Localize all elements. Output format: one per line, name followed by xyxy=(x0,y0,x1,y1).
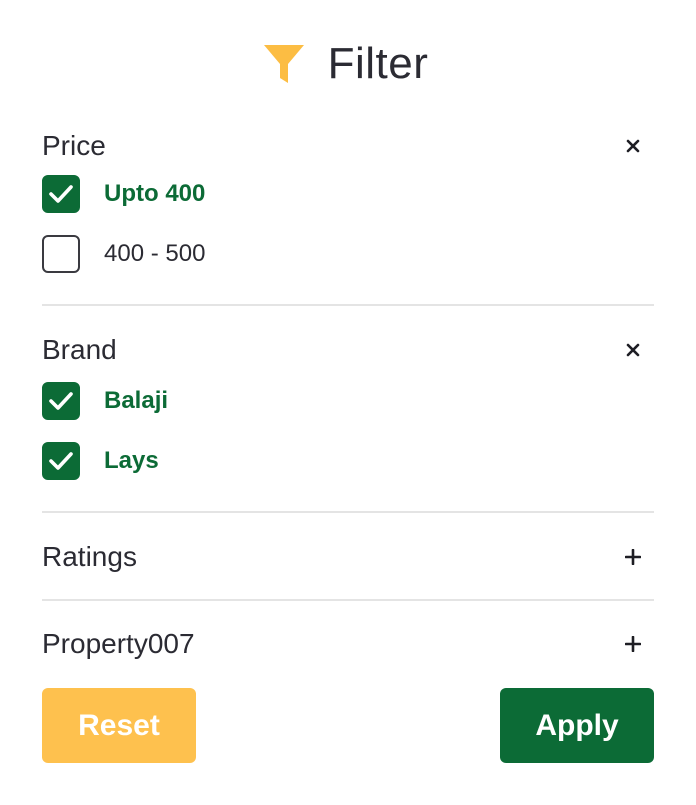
section-title-brand: Brand xyxy=(42,334,117,365)
page-title: Filter xyxy=(327,39,429,88)
price-section: Price Upto 400 400 - 500 xyxy=(42,124,654,284)
plus-icon[interactable] xyxy=(618,542,648,572)
reset-button[interactable]: Reset xyxy=(42,688,196,763)
option-upto-400[interactable]: Upto 400 xyxy=(42,164,654,224)
checkbox-lays[interactable] xyxy=(42,442,80,480)
divider xyxy=(42,304,654,306)
section-title-ratings: Ratings xyxy=(42,541,137,572)
price-section-header[interactable]: Price xyxy=(42,124,654,168)
ratings-section: Ratings xyxy=(42,535,654,579)
checkbox-400-500[interactable] xyxy=(42,235,80,273)
option-label: Upto 400 xyxy=(104,180,206,207)
option-label: 400 - 500 xyxy=(104,240,206,267)
plus-icon[interactable] xyxy=(618,629,648,659)
apply-button[interactable]: Apply xyxy=(500,688,654,763)
option-lays[interactable]: Lays xyxy=(42,431,654,491)
divider xyxy=(42,599,654,601)
funnel-icon xyxy=(262,42,306,86)
filter-header: Filter xyxy=(0,36,696,92)
brand-section: Brand Balaji Lays xyxy=(42,328,654,491)
section-title-price: Price xyxy=(42,130,106,161)
property-section-header[interactable]: Property007 xyxy=(42,622,654,666)
property-section: Property007 xyxy=(42,622,654,666)
option-400-500[interactable]: 400 - 500 xyxy=(42,224,654,284)
section-title-property: Property007 xyxy=(42,628,195,659)
close-icon[interactable] xyxy=(618,335,648,365)
checkbox-balaji[interactable] xyxy=(42,382,80,420)
divider xyxy=(42,511,654,513)
option-label: Lays xyxy=(104,447,159,474)
option-label: Balaji xyxy=(104,387,169,414)
close-icon[interactable] xyxy=(618,131,648,161)
option-balaji[interactable]: Balaji xyxy=(42,371,654,431)
ratings-section-header[interactable]: Ratings xyxy=(42,535,654,579)
brand-section-header[interactable]: Brand xyxy=(42,328,654,372)
checkbox-upto-400[interactable] xyxy=(42,175,80,213)
